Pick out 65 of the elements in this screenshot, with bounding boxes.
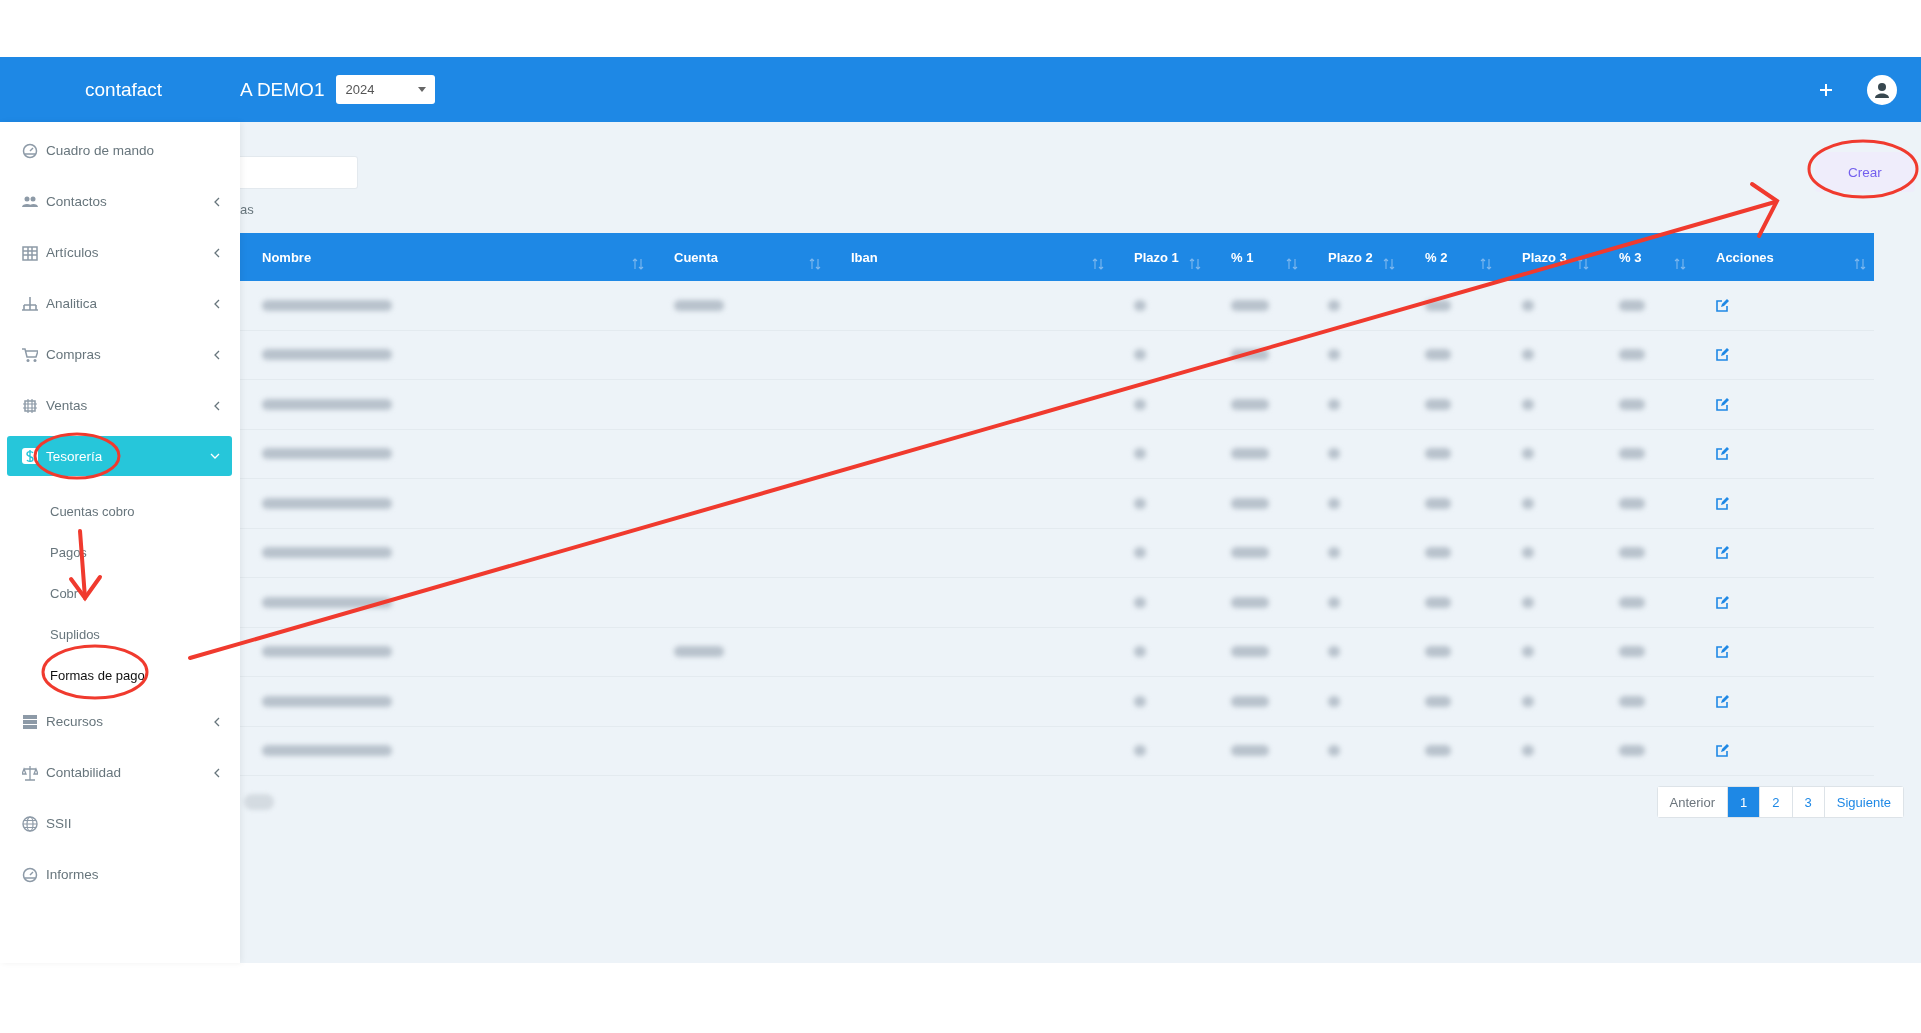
column-header[interactable]: Acciones bbox=[1694, 233, 1874, 281]
edit-icon[interactable] bbox=[1716, 694, 1729, 708]
submenu-item[interactable]: Cuentas cobro bbox=[0, 491, 240, 532]
sidebar-item[interactable]: Analitica bbox=[0, 278, 240, 329]
grid-icon bbox=[22, 397, 38, 414]
sidebar-item[interactable]: Cuadro de mando bbox=[0, 125, 240, 176]
sidebar-item[interactable]: SSII bbox=[0, 798, 240, 849]
edit-icon[interactable] bbox=[1716, 447, 1729, 461]
submenu-item[interactable]: Formas de pago bbox=[0, 655, 240, 696]
search-field[interactable] bbox=[240, 155, 358, 189]
column-header[interactable]: Plazo 1 bbox=[1112, 233, 1209, 281]
app-logo[interactable]: contafact bbox=[0, 78, 240, 101]
hierarchy-icon bbox=[22, 295, 38, 312]
scale-icon bbox=[22, 764, 38, 781]
sort-icon[interactable] bbox=[1092, 258, 1104, 270]
page-button[interactable]: 1 bbox=[1727, 787, 1760, 817]
submenu-item[interactable]: Cobr bbox=[0, 573, 240, 614]
edit-icon[interactable] bbox=[1716, 348, 1729, 362]
column-header[interactable]: Iban bbox=[829, 233, 1112, 281]
avatar[interactable] bbox=[1867, 74, 1897, 105]
sort-icon[interactable] bbox=[1674, 258, 1686, 270]
sort-icon[interactable] bbox=[1286, 258, 1298, 270]
column-header[interactable]: % 2 bbox=[1403, 233, 1500, 281]
sidebar-item[interactable]: Artículos bbox=[0, 227, 240, 278]
column-header[interactable]: % 1 bbox=[1209, 233, 1306, 281]
edit-icon[interactable] bbox=[1716, 298, 1729, 312]
edit-icon[interactable] bbox=[1716, 496, 1729, 510]
sort-icon[interactable] bbox=[632, 258, 644, 270]
building-icon bbox=[22, 244, 38, 261]
edit-icon[interactable] bbox=[1716, 397, 1729, 411]
plus-icon[interactable] bbox=[1819, 82, 1833, 97]
year-select[interactable]: 2024 bbox=[336, 75, 436, 104]
sort-icon[interactable] bbox=[1189, 258, 1201, 270]
server-icon bbox=[22, 713, 38, 730]
redacted-text bbox=[244, 794, 274, 810]
sort-icon[interactable] bbox=[1577, 258, 1589, 270]
edit-icon[interactable] bbox=[1716, 546, 1729, 560]
edit-icon[interactable] bbox=[1716, 744, 1729, 758]
edit-icon[interactable] bbox=[1716, 595, 1729, 609]
next-button[interactable]: Siguiente bbox=[1823, 787, 1903, 817]
gauge-icon bbox=[22, 142, 38, 159]
sidebar-item[interactable]: Ventas bbox=[0, 380, 240, 431]
sidebar-item[interactable]: Compras bbox=[0, 329, 240, 380]
column-header[interactable]: Cuenta bbox=[652, 233, 829, 281]
column-header[interactable]: Nombre bbox=[240, 233, 652, 281]
sort-icon[interactable] bbox=[1383, 258, 1395, 270]
company-name: A DEMO1 bbox=[240, 78, 325, 101]
sidebar-item[interactable]: Contabilidad bbox=[0, 747, 240, 798]
edit-icon[interactable] bbox=[1716, 645, 1729, 659]
sidebar-item[interactable]: Contactos bbox=[0, 176, 240, 227]
caret-icon bbox=[418, 87, 427, 92]
sort-icon[interactable] bbox=[1480, 258, 1492, 270]
create-button[interactable]: Crear bbox=[1815, 152, 1915, 192]
submenu-item[interactable]: Suplidos bbox=[0, 614, 240, 655]
sort-icon[interactable] bbox=[1854, 258, 1866, 270]
gauge-icon bbox=[22, 866, 38, 883]
globe-icon bbox=[22, 815, 38, 832]
person-icon bbox=[1873, 80, 1891, 99]
caption-text: as bbox=[240, 202, 254, 217]
sort-icon[interactable] bbox=[809, 258, 821, 270]
column-header[interactable]: % 3 bbox=[1597, 233, 1694, 281]
sidebar-item[interactable]: Informes bbox=[0, 849, 240, 900]
cart-icon bbox=[22, 346, 38, 363]
sidebar-item[interactable]: Recursos bbox=[0, 696, 240, 747]
column-header[interactable]: Plazo 2 bbox=[1306, 233, 1403, 281]
